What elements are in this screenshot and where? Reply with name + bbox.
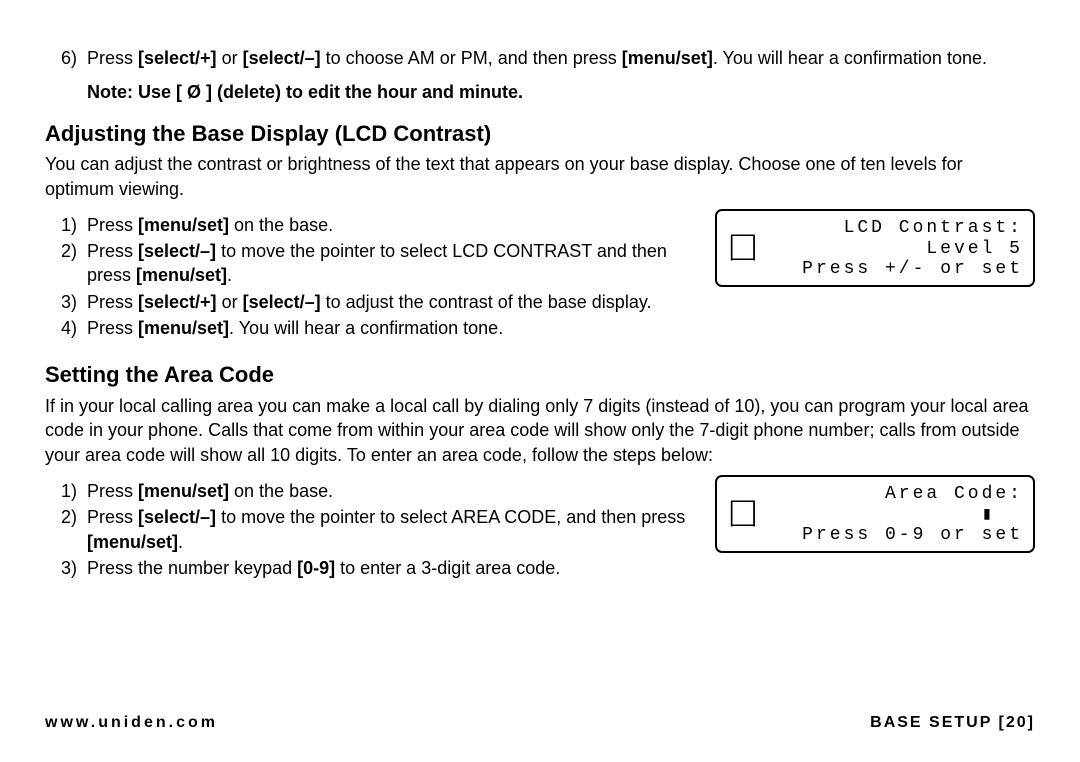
lcd-battery-icon: ┌─┐ │ │ └─┘ [725, 497, 759, 533]
heading-lcd-contrast: Adjusting the Base Display (LCD Contrast… [45, 119, 1035, 149]
step-item: 4)Press [menu/set]. You will hear a conf… [45, 316, 701, 340]
footer-url: www.uniden.com [45, 712, 218, 734]
page-footer: www.uniden.com BASE SETUP [20] [45, 712, 1035, 734]
edit-note: Note: Use [ Ø ] (delete) to edit the hou… [87, 80, 1035, 104]
lcd-screen-contrast: ┌─┐ │ │ └─┘ LCD Contrast: Level 5 Press … [715, 209, 1035, 287]
steps-lcd-contrast: 1)Press [menu/set] on the base. 2)Press … [45, 213, 701, 340]
lcd-battery-icon: ┌─┐ │ │ └─┘ [725, 231, 759, 267]
footer-section: BASE SETUP [20] [870, 712, 1035, 734]
para-area-code: If in your local calling area you can ma… [45, 394, 1035, 467]
step-item: 6)Press [select/+] or [select/–] to choo… [45, 46, 1035, 70]
step-item: 2)Press [select/–] to move the pointer t… [45, 505, 701, 554]
lcd-screen-area-code: ┌─┐ │ │ └─┘ Area Code: ▮ Press 0-9 or se… [715, 475, 1035, 553]
lcd-text: LCD Contrast: Level 5 Press +/- or set [769, 218, 1023, 280]
steps-area-code: 1)Press [menu/set] on the base. 2)Press … [45, 479, 701, 580]
step-item: 3)Press [select/+] or [select/–] to adju… [45, 290, 701, 314]
heading-area-code: Setting the Area Code [45, 360, 1035, 390]
lcd-text: Area Code: ▮ Press 0-9 or set [769, 484, 1023, 546]
para-lcd-contrast: You can adjust the contrast or brightnes… [45, 152, 1035, 201]
step-item: 2)Press [select/–] to move the pointer t… [45, 239, 701, 288]
step-item: 1)Press [menu/set] on the base. [45, 213, 701, 237]
step-number: 6) [61, 46, 87, 70]
step-item: 3)Press the number keypad [0-9] to enter… [45, 556, 701, 580]
step-item: 1)Press [menu/set] on the base. [45, 479, 701, 503]
orphan-step-list: 6)Press [select/+] or [select/–] to choo… [45, 46, 1035, 70]
